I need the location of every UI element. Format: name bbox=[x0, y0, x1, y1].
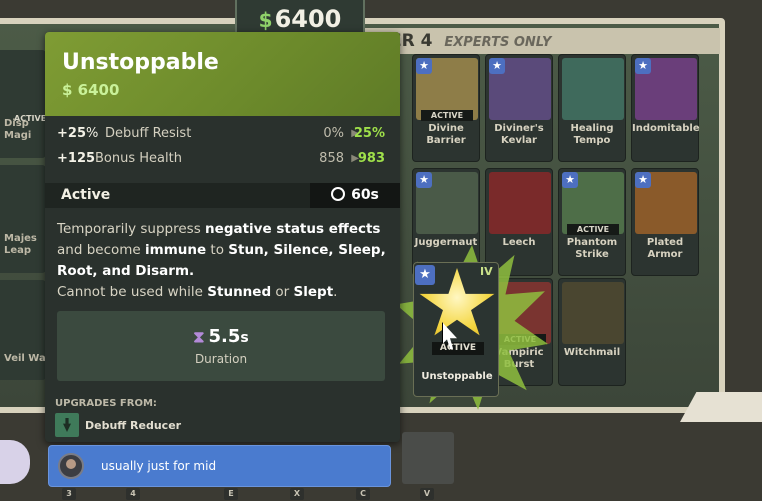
favorite-star-icon[interactable]: ★ bbox=[416, 58, 432, 74]
debuff-reducer-icon bbox=[55, 413, 79, 437]
cooldown: 60s bbox=[310, 183, 400, 208]
duration-box: ⧗ 5.5s Duration bbox=[57, 311, 385, 381]
favorite-star-icon[interactable]: ★ bbox=[489, 58, 505, 74]
card-name: Phantom Strike bbox=[566, 237, 618, 260]
cooldown-value: 60s bbox=[351, 187, 379, 203]
card-name: Disp Magi bbox=[4, 118, 32, 141]
hotbar-key: X bbox=[290, 488, 304, 500]
card-name: Diviner's Kevlar bbox=[494, 123, 544, 146]
shop-card[interactable]: Witchmail bbox=[558, 278, 626, 386]
currency-icon: $ bbox=[62, 81, 73, 99]
upgrade-item-name: Debuff Reducer bbox=[85, 419, 182, 432]
shop-card[interactable]: ★ Indomitable bbox=[631, 54, 700, 162]
card-name: Majes Leap bbox=[4, 233, 37, 256]
card-name: Plated Armor bbox=[646, 237, 684, 260]
stat-label: Debuff Resist bbox=[105, 126, 192, 141]
shop-card-partial[interactable]: Majes Leap bbox=[0, 165, 46, 273]
card-tier: IV bbox=[480, 265, 493, 278]
shop-card[interactable]: ★ Plated Armor bbox=[631, 168, 699, 276]
empty-item-slot[interactable] bbox=[402, 432, 454, 484]
tooltip-header: Unstoppable $ 6400 bbox=[45, 32, 400, 116]
card-name: Juggernaut bbox=[414, 237, 478, 248]
card-name: Witchmail bbox=[563, 347, 621, 358]
duration-value: ⧗ 5.5s bbox=[193, 326, 249, 347]
stat-to: 983 bbox=[357, 151, 385, 166]
shop-card[interactable]: Healing Tempo bbox=[558, 54, 626, 162]
chat-message: usually just for mid bbox=[48, 445, 391, 487]
shop-card[interactable]: Leech bbox=[485, 168, 553, 276]
favorite-star-icon[interactable]: ★ bbox=[416, 172, 432, 188]
money-amount: 6400 bbox=[274, 5, 342, 33]
card-badge: ACTIVE bbox=[432, 342, 484, 355]
stat-from: 0% bbox=[323, 126, 344, 141]
currency-icon: $ bbox=[258, 8, 273, 32]
stat-label: Bonus Health bbox=[95, 151, 182, 166]
shop-card[interactable]: ★ ACTIVE Phantom Strike bbox=[558, 168, 626, 276]
stat-row: +25% Debuff Resist 0% ▶ 25% bbox=[45, 126, 400, 150]
tier-header: ER 4 EXPERTS ONLY bbox=[360, 28, 720, 54]
upgrades-heading: UPGRADES FROM: bbox=[55, 398, 157, 409]
card-name: Leech bbox=[502, 237, 536, 248]
shop-card-partial[interactable]: ACTIVE Disp Magi bbox=[0, 50, 46, 158]
hotbar-key: E bbox=[224, 488, 238, 500]
stat-row: +125 Bonus Health 858 ▶ 983 bbox=[45, 151, 400, 175]
active-bar: Active 60s bbox=[45, 183, 400, 208]
hotbar-key: C bbox=[356, 488, 370, 500]
hotbar-key: V bbox=[420, 488, 434, 500]
hotbar-key: 3 bbox=[62, 488, 76, 500]
shop-card[interactable]: ★ Diviner's Kevlar bbox=[485, 54, 553, 162]
card-name: Unstoppable bbox=[421, 371, 493, 382]
favorite-star-icon[interactable]: ★ bbox=[415, 265, 435, 285]
hotbar-key: 4 bbox=[126, 488, 140, 500]
item-tooltip: Unstoppable $ 6400 +25% Debuff Resist 0%… bbox=[45, 32, 400, 442]
ability-icon[interactable] bbox=[0, 440, 30, 484]
price-value: 6400 bbox=[77, 81, 120, 99]
active-label: Active bbox=[61, 187, 111, 203]
tier-subtitle: EXPERTS ONLY bbox=[444, 35, 552, 50]
favorite-star-icon[interactable]: ★ bbox=[635, 58, 651, 74]
card-name: Veil Wa bbox=[4, 353, 46, 364]
card-name: Healing Tempo bbox=[570, 123, 614, 146]
cooldown-icon bbox=[331, 187, 346, 201]
avatar bbox=[58, 453, 84, 479]
card-name: Indomitable bbox=[632, 123, 700, 134]
tooltip-title: Unstoppable bbox=[62, 50, 219, 75]
stat-amount: +125 bbox=[57, 151, 96, 166]
duration-label: Duration bbox=[194, 352, 248, 366]
stat-from: 858 bbox=[319, 151, 344, 166]
item-art-icon bbox=[562, 58, 624, 120]
ability-description: Temporarily suppress negative status eff… bbox=[57, 221, 386, 300]
shop-card[interactable]: ★ ACTIVE Divine Barrier bbox=[412, 54, 480, 162]
stat-to: 25% bbox=[353, 126, 385, 141]
tooltip-price: $ 6400 bbox=[62, 81, 119, 99]
shop-card-partial[interactable]: Veil Wa bbox=[0, 280, 46, 380]
favorite-star-icon[interactable]: ★ bbox=[635, 172, 651, 188]
chat-message-text: usually just for mid bbox=[101, 459, 217, 473]
card-badge: ACTIVE bbox=[567, 224, 619, 235]
card-name: Divine Barrier bbox=[426, 123, 466, 146]
card-badge: ACTIVE bbox=[421, 110, 473, 121]
stat-amount: +25% bbox=[57, 126, 99, 141]
hourglass-icon: ⧗ bbox=[193, 327, 205, 346]
item-art-icon bbox=[489, 172, 551, 234]
item-art-icon bbox=[562, 282, 624, 344]
favorite-star-icon[interactable]: ★ bbox=[562, 172, 578, 188]
